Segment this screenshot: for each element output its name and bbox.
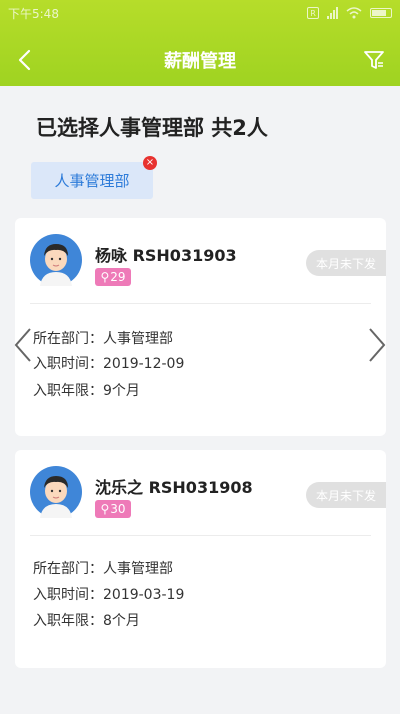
app-header: 下午5:48 R 薪酬管理 — [0, 0, 400, 86]
wifi-icon — [346, 7, 362, 19]
tenure-line: 入职年限：9个月 — [33, 383, 140, 399]
status-bar: 下午5:48 R — [0, 0, 400, 26]
department-line: 所在部门：人事管理部 — [33, 331, 173, 347]
employee-name: 沈乐之 RSH031908 — [95, 478, 253, 497]
remove-chip-icon[interactable]: × — [143, 156, 157, 170]
status-badge: 本月未下发 — [306, 250, 386, 276]
score-badge: ⚲ 29 — [95, 268, 131, 286]
status-badge: 本月未下发 — [306, 482, 386, 508]
divider — [30, 535, 371, 536]
employee-name: 杨咏 RSH031903 — [95, 246, 237, 265]
prev-arrow-icon[interactable] — [10, 325, 36, 365]
filter-icon[interactable] — [362, 48, 386, 72]
employee-card[interactable]: 杨咏 RSH031903 ⚲ 29 本月未下发 所在部门：人事管理部 入职时间：… — [15, 218, 386, 436]
score-value: 29 — [110, 270, 126, 284]
back-icon[interactable] — [14, 48, 38, 72]
status-time: 下午5:48 — [8, 6, 59, 21]
status-icons: R — [307, 7, 392, 19]
badge-icon: ⚲ — [100, 502, 110, 516]
next-arrow-icon[interactable] — [364, 325, 390, 365]
department-line: 所在部门：人事管理部 — [33, 561, 173, 577]
selection-summary: 已选择人事管理部 共2人 — [36, 116, 268, 140]
badge-icon: ⚲ — [100, 270, 110, 284]
department-chip[interactable]: 人事管理部 × — [31, 156, 157, 199]
divider — [30, 303, 371, 304]
nfc-icon: R — [307, 7, 319, 19]
hire-date-line: 入职时间：2019-12-09 — [33, 356, 185, 372]
score-badge: ⚲ 30 — [95, 500, 131, 518]
department-chip-label: 人事管理部 — [54, 172, 130, 190]
battery-icon — [370, 8, 392, 18]
score-value: 30 — [110, 502, 126, 516]
signal-icon — [327, 7, 338, 19]
hire-date-line: 入职时间：2019-03-19 — [33, 587, 185, 603]
avatar — [30, 234, 82, 286]
page-title: 薪酬管理 — [164, 51, 236, 72]
avatar — [30, 466, 82, 518]
tenure-line: 入职年限：8个月 — [33, 613, 140, 629]
employee-card[interactable]: 沈乐之 RSH031908 ⚲ 30 本月未下发 所在部门：人事管理部 入职时间… — [15, 450, 386, 668]
nav-bar: 薪酬管理 — [0, 38, 400, 82]
